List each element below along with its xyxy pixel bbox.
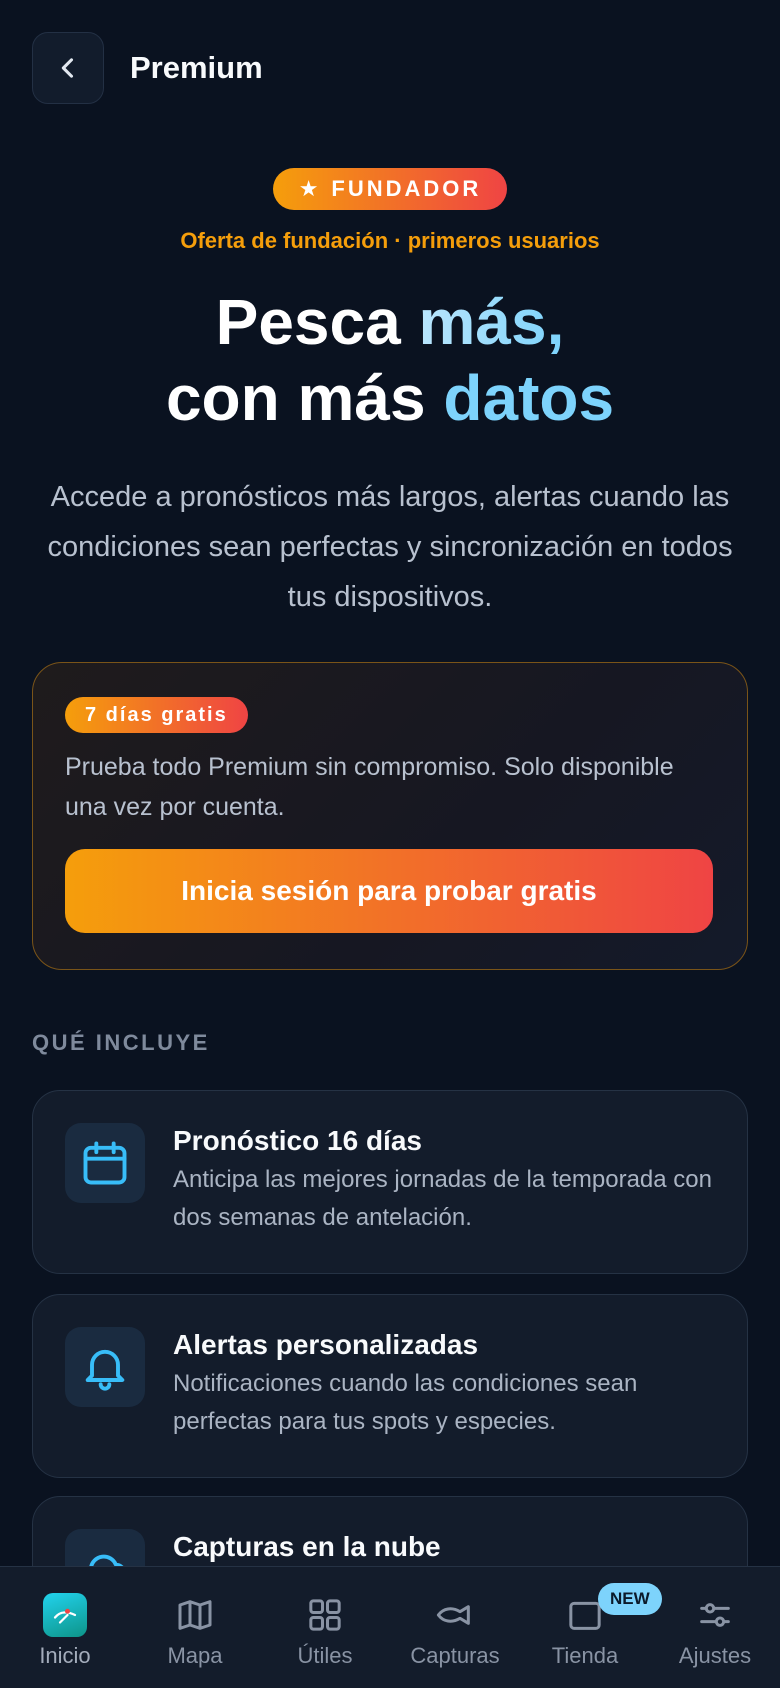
headline-part: con más: [165, 362, 444, 434]
back-button[interactable]: [32, 32, 104, 104]
star-icon: ★: [298, 176, 322, 201]
premium-screen: Premium ★ FUNDADOR Oferta de fundación ·…: [0, 0, 780, 1688]
nav-item-capturas[interactable]: Capturas: [390, 1567, 520, 1688]
headline: Pesca más, con más datos: [0, 284, 780, 436]
nav-label: Tienda: [551, 1643, 619, 1668]
nav-item-tienda[interactable]: Tienda NEW: [520, 1567, 662, 1688]
headline-part: Pesca: [215, 286, 419, 358]
fish-icon: [436, 1605, 470, 1625]
nav-item-ajustes[interactable]: Ajustes: [650, 1567, 780, 1688]
feature-title: Alertas personalizadas: [173, 1329, 479, 1360]
header: Premium: [32, 32, 263, 104]
feature-title: Capturas en la nube: [173, 1531, 441, 1562]
headline-accent: más,: [418, 286, 565, 358]
nav-label: Capturas: [410, 1643, 500, 1668]
bell-icon: [85, 1349, 125, 1391]
nav-item-utiles[interactable]: Útiles: [260, 1567, 390, 1688]
grid-icon: [309, 1599, 341, 1631]
founder-badge: ★ FUNDADOR: [272, 168, 508, 210]
map-icon: [178, 1600, 212, 1630]
chevron-left-icon: [61, 58, 74, 78]
founder-offer-text: Oferta de fundación · primeros usuarios: [180, 228, 600, 253]
trial-card: 7 días gratis Prueba todo Premium sin co…: [32, 662, 748, 970]
bottom-nav: Inicio Mapa Útiles Capturas Tienda NEW A…: [0, 1566, 780, 1688]
app-logo-icon: [43, 1593, 87, 1637]
feature-card-alerts: Alertas personalizadas Notificaciones cu…: [32, 1294, 748, 1478]
feature-icon-tile: [65, 1327, 145, 1407]
hero: ★ FUNDADOR Oferta de fundación · primero…: [0, 168, 780, 622]
founder-badge-label: FUNDADOR: [331, 176, 482, 201]
feature-title: Pronóstico 16 días: [173, 1125, 422, 1156]
trial-description: Prueba todo Premium sin compromiso. Solo…: [65, 753, 674, 821]
nav-label: Útiles: [297, 1643, 353, 1668]
page-title: Premium: [130, 50, 263, 85]
start-trial-button[interactable]: Inicia sesión para probar gratis: [65, 849, 713, 933]
nav-label: Ajustes: [678, 1643, 752, 1668]
feature-description: Notificaciones cuando las condiciones se…: [173, 1370, 638, 1435]
feature-description: Anticipa las mejores jornadas de la temp…: [173, 1166, 712, 1231]
trial-badge: 7 días gratis: [65, 697, 248, 733]
nav-item-mapa[interactable]: Mapa: [130, 1567, 260, 1688]
nav-item-inicio[interactable]: Inicio: [0, 1567, 130, 1688]
feature-card-forecast: Pronóstico 16 días Anticipa las mejores …: [32, 1090, 748, 1274]
feature-icon-tile: [65, 1123, 145, 1203]
hero-subtitle: Accede a pronósticos más largos, alertas…: [47, 481, 733, 613]
nav-label: Inicio: [39, 1643, 91, 1668]
sliders-icon: [700, 1603, 730, 1627]
calendar-icon: [83, 1141, 127, 1185]
section-label: QUÉ INCLUYE: [32, 1030, 210, 1055]
headline-accent: datos: [443, 362, 615, 434]
nav-label: Mapa: [167, 1643, 223, 1668]
